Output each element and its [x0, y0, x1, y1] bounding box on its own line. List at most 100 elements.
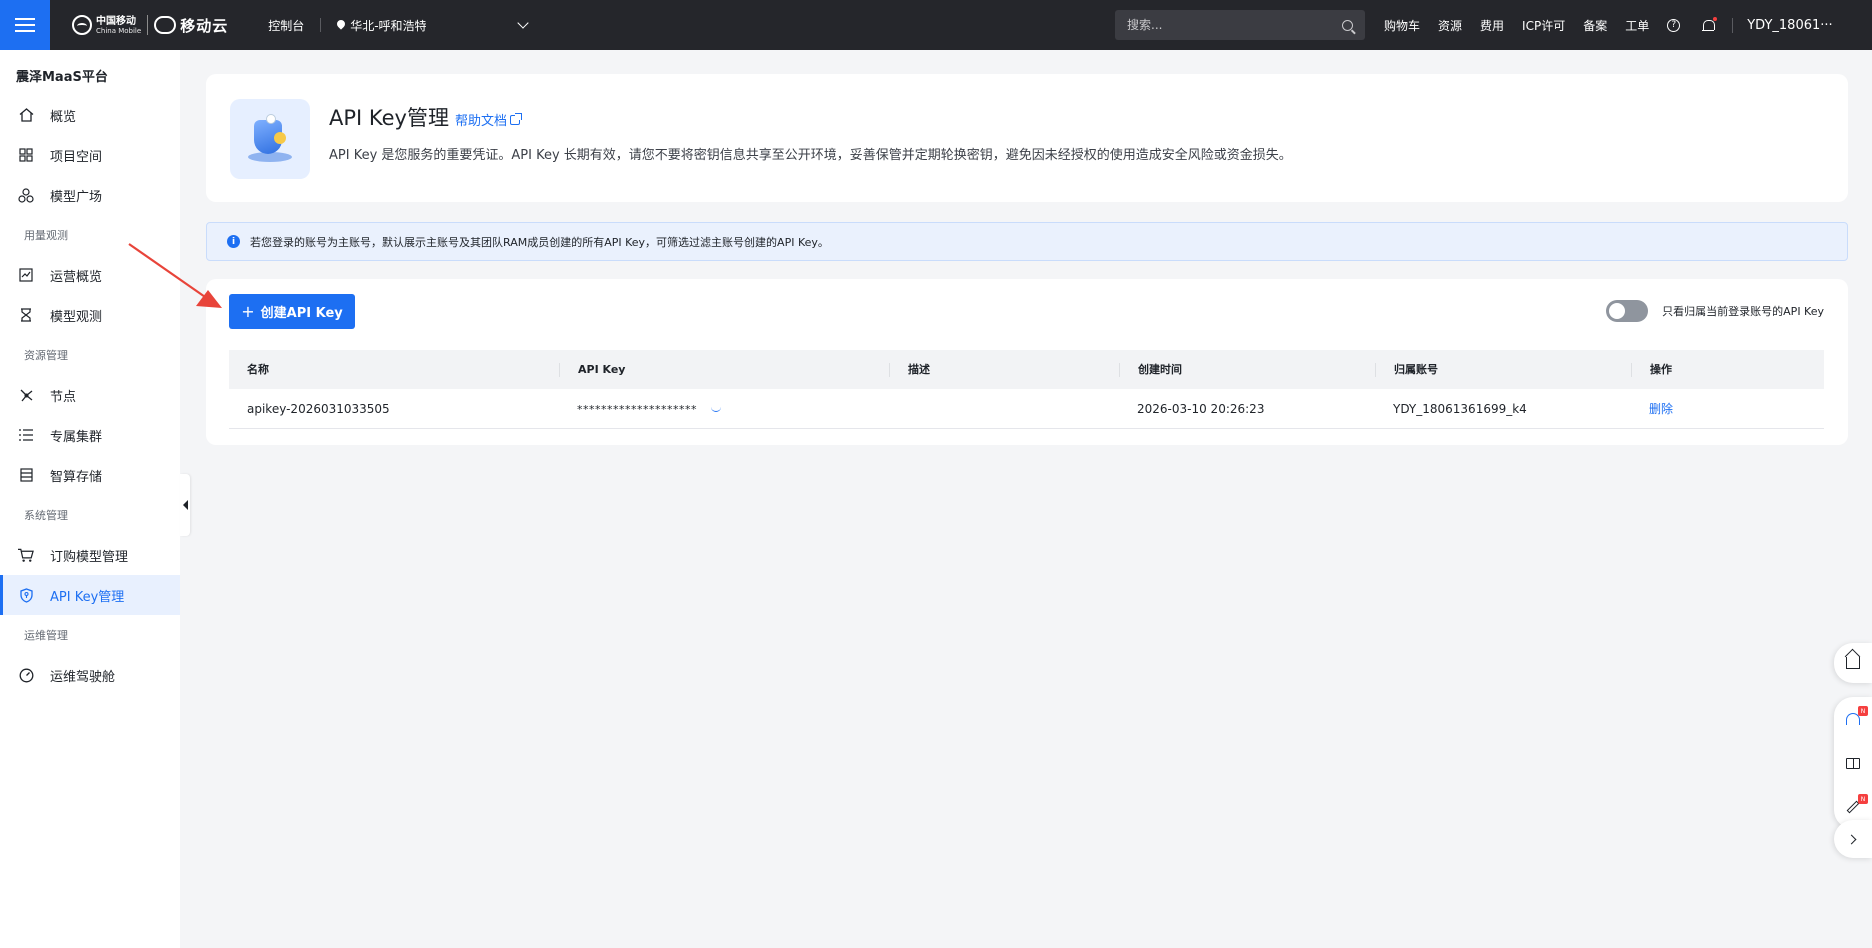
alarm-icon — [1846, 657, 1860, 669]
page-header-card: API Key管理 帮助文档 API Key 是您服务的重要凭证。API Key… — [206, 74, 1848, 202]
storage-icon — [18, 467, 34, 483]
bell-icon[interactable] — [1702, 17, 1718, 31]
sidebar-item-nodes[interactable]: 节点 — [0, 375, 180, 415]
sidebar-item-storage[interactable]: 智算存储 — [0, 455, 180, 495]
column-header-name: 名称 — [247, 362, 269, 376]
cell-action: 删除 — [1631, 400, 1824, 417]
sidebar-item-label: 专属集群 — [50, 429, 103, 445]
delete-link[interactable]: 删除 — [1649, 402, 1673, 416]
sidebar-item-projects[interactable]: 项目空间 — [0, 135, 180, 175]
sidebar-item-model-observe[interactable]: 模型观测 — [0, 295, 180, 335]
node-icon — [18, 387, 34, 403]
eye-closed-icon[interactable] — [710, 407, 721, 412]
icp-license-link[interactable]: ICP许可 — [1522, 17, 1565, 34]
menu-icon[interactable] — [0, 0, 50, 50]
sidebar-item-overview[interactable]: 概览 — [0, 95, 180, 135]
sidebar: 震泽MaaS平台 概览 项目空间 模型广场 用量观测 运营概览 模型观测 资源管… — [0, 50, 180, 948]
sidebar-item-label: 模型观测 — [50, 309, 103, 325]
owner-filter: 只看归属当前登录账号的API Key — [1606, 300, 1824, 322]
plus-icon: + — [241, 301, 255, 321]
platform-title: 震泽MaaS平台 — [16, 70, 108, 85]
sidebar-item-ops-overview[interactable]: 运营概览 — [0, 255, 180, 295]
column-header-created-time: 创建时间 — [1119, 362, 1375, 377]
api-key-illustration — [230, 99, 310, 179]
sidebar-item-model-plaza[interactable]: 模型广场 — [0, 175, 180, 215]
ticket-link[interactable]: 工单 — [1625, 17, 1649, 34]
chevron-down-icon — [517, 17, 529, 29]
search-input[interactable] — [1127, 18, 1342, 32]
cluster-icon — [18, 187, 34, 203]
sidebar-item-label: 智算存储 — [50, 469, 103, 485]
top-links: 购物车 资源 费用 ICP许可 备案 工单 ? YDY_18061··· — [1384, 0, 1833, 50]
info-icon: i — [227, 235, 240, 248]
sidebar-item-api-key[interactable]: API Key管理 — [0, 575, 180, 615]
sidebar-item-label: 运营概览 — [50, 269, 103, 285]
cell-owner: YDY_18061361699_k4 — [1393, 401, 1527, 416]
page-description: API Key 是您服务的重要凭证。API Key 长期有效，请您不要将密钥信息… — [329, 148, 1292, 163]
mobile-cloud-logo-icon — [154, 16, 177, 34]
grid-icon — [18, 147, 34, 163]
float-expand-button[interactable] — [1834, 820, 1872, 858]
china-mobile-logo-icon — [72, 15, 92, 35]
console-link[interactable]: 控制台 — [268, 17, 304, 34]
sidebar-collapse-handle[interactable] — [180, 474, 190, 536]
help-icon[interactable]: ? — [1667, 18, 1681, 32]
top-divider — [320, 18, 322, 32]
sidebar-item-label: 节点 — [50, 389, 77, 405]
chevron-right-icon — [1846, 834, 1857, 844]
billing-link[interactable]: 费用 — [1480, 17, 1504, 34]
table-header: 名称 API Key 描述 创建时间 归属账号 操作 — [229, 350, 1824, 389]
float-toolbar: N N — [1834, 697, 1872, 829]
resources-link[interactable]: 资源 — [1438, 17, 1462, 34]
help-doc-link[interactable]: 帮助文档 — [454, 110, 522, 129]
sidebar-item-label: API Key管理 — [50, 589, 125, 605]
float-feedback-button[interactable]: N — [1834, 792, 1872, 822]
user-menu[interactable]: YDY_18061··· — [1732, 17, 1833, 33]
chart-icon — [18, 267, 34, 283]
list-icon — [18, 427, 34, 443]
cell-created-time: 2026-03-10 20:26:23 — [1137, 401, 1265, 416]
page-title: API Key管理 — [329, 106, 449, 130]
sidebar-item-label: 运维驾驶舱 — [50, 669, 116, 685]
help-doc-label: 帮助文档 — [454, 114, 507, 129]
float-alarm-button[interactable] — [1834, 643, 1872, 683]
brand-cloud: 移动云 — [180, 16, 229, 35]
new-badge: N — [1858, 706, 1868, 716]
nav-group-resource: 资源管理 — [24, 349, 68, 362]
region-label: 华北-呼和浩特 — [350, 18, 427, 33]
table-row: apikey-2026031033505 *******************… — [229, 389, 1824, 429]
search-box — [1115, 10, 1365, 40]
sidebar-item-label: 项目空间 — [50, 149, 103, 165]
search-icon[interactable] — [1342, 19, 1353, 31]
cart-link[interactable]: 购物车 — [1384, 17, 1420, 34]
column-header-api-key: API Key — [559, 362, 889, 377]
nav-group-system: 系统管理 — [24, 509, 68, 522]
dashboard-icon — [18, 667, 34, 683]
location-pin-icon — [337, 20, 345, 31]
create-api-key-button[interactable]: + 创建API Key — [229, 294, 355, 329]
filing-link[interactable]: 备案 — [1583, 17, 1607, 34]
brand-cn: 中国移动 — [96, 15, 136, 27]
masked-api-key: ******************** — [577, 402, 697, 416]
nav-group-usage: 用量观测 — [24, 229, 68, 242]
sidebar-item-model-orders[interactable]: 订购模型管理 — [0, 535, 180, 575]
owner-filter-toggle[interactable] — [1606, 300, 1649, 322]
notice-text: 若您登录的账号为主账号，默认展示主账号及其团队RAM成员创建的所有API Key… — [250, 235, 829, 249]
sidebar-item-dedicated-cluster[interactable]: 专属集群 — [0, 415, 180, 455]
region-selector[interactable]: 华北-呼和浩特 — [337, 17, 529, 34]
hourglass-icon — [18, 307, 34, 323]
float-support-button[interactable]: N — [1834, 704, 1872, 734]
float-docs-button[interactable] — [1834, 748, 1872, 778]
shield-icon — [18, 587, 34, 603]
create-api-key-label: 创建API Key — [260, 306, 343, 321]
nav-group-ops: 运维管理 — [24, 629, 68, 642]
brand-logo[interactable]: 中国移动 China Mobile 移动云 — [72, 15, 228, 36]
external-link-icon — [510, 112, 522, 125]
sidebar-item-ops-cockpit[interactable]: 运维驾驶舱 — [0, 655, 180, 695]
new-badge: N — [1858, 794, 1868, 804]
china-mobile-wordmark: 中国移动 China Mobile — [96, 16, 141, 35]
api-key-table: 名称 API Key 描述 创建时间 归属账号 操作 apikey-202603… — [229, 350, 1824, 429]
sidebar-item-label: 订购模型管理 — [50, 549, 129, 565]
info-notice: i 若您登录的账号为主账号，默认展示主账号及其团队RAM成员创建的所有API K… — [206, 222, 1848, 261]
cell-api-key: ******************** — [559, 402, 889, 416]
